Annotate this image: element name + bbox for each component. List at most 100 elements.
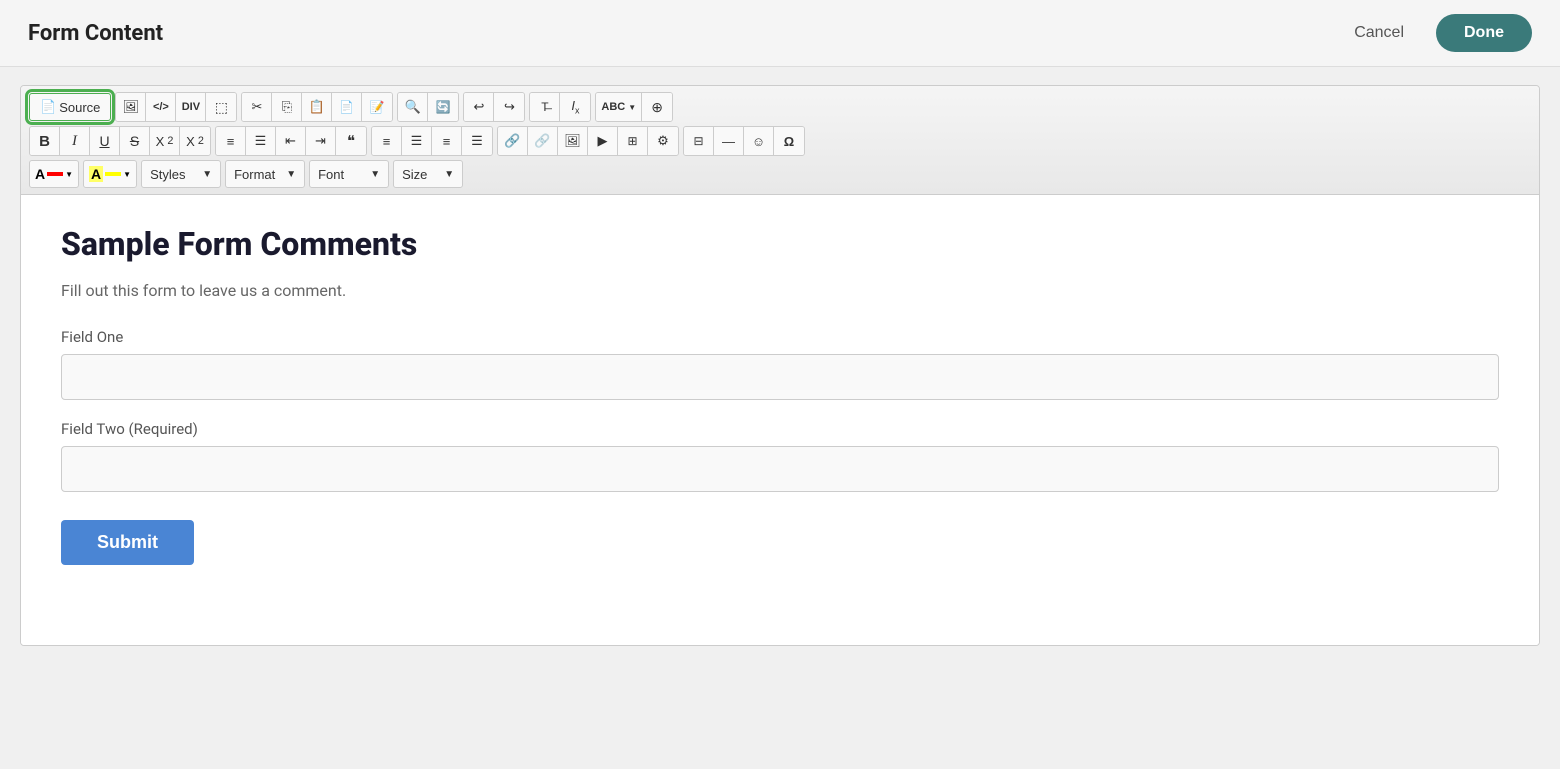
spellcheck-button[interactable]: ABC ▼ [596,93,642,121]
align-center-button[interactable]: ☰ [402,127,432,155]
italic-x-icon: Ix [571,98,579,116]
ordered-list-button[interactable]: ≡ [216,127,246,155]
code-icon: </> [153,101,169,113]
align-right-button[interactable]: ≡ [432,127,462,155]
media-icon: ▶ [598,133,608,149]
font-dropdown[interactable]: Font ▼ [309,160,389,188]
toolbar-row-3: A ▼ A ▼ Styles ▼ Format ▼ [29,160,1531,188]
justify-button[interactable]: ☰ [462,127,492,155]
accessibility-button[interactable]: ⊕ [642,93,672,121]
unordered-list-button[interactable]: ☰ [246,127,276,155]
media-button[interactable]: ▶ [588,127,618,155]
toolbar-group-find: 🔍 🔄 [397,92,459,122]
italic-button[interactable]: I [60,127,90,155]
align-left-button[interactable]: ≡ [372,127,402,155]
replace-button[interactable]: 🔄 [428,93,458,121]
toolbar-group-view: 🖼 </> DIV ⬚ [115,92,237,122]
toolbar-row-1: 📄 Source 🖼 </> DIV ⬚ [29,92,1531,122]
find-button[interactable]: 🔍 [398,93,428,121]
field-one-input[interactable] [61,354,1499,400]
cancel-button[interactable]: Cancel [1338,16,1420,50]
toolbar-group-history: ↩ ↪ [463,92,525,122]
image-button[interactable]: 🖼 [116,93,146,121]
blockquote-button[interactable]: ❝ [336,127,366,155]
toolbar-row-2: B I U S X2 X2 ≡ ☰ ⇤ [29,126,1531,156]
submit-button[interactable]: Submit [61,520,194,565]
size-dropdown[interactable]: Size ▼ [393,160,463,188]
done-button[interactable]: Done [1436,14,1532,52]
insert-table-button[interactable]: ⊟ [684,127,714,155]
cut-button[interactable]: ✂ [242,93,272,121]
html-button[interactable]: </> [146,93,176,121]
table-layout-button[interactable]: ⊞ [618,127,648,155]
insert-table-icon: ⊟ [693,134,703,148]
copy-button[interactable]: ⎘ [272,93,302,121]
outdent-button[interactable]: ⇤ [276,127,306,155]
toolbar: 📄 Source 🖼 </> DIV ⬚ [21,86,1539,195]
paste-text-icon: 📄 [339,100,354,114]
hr-button[interactable]: — [714,127,744,155]
bg-color-button[interactable]: A ▼ [83,160,137,188]
remove-format-button[interactable]: T̶ [530,93,560,121]
paste-word-button[interactable]: 📝 [362,93,392,121]
outdent-icon: ⇤ [285,133,296,149]
bg-color-swatch [105,172,121,176]
paste-icon: 📋 [309,99,325,115]
font-color-dropdown-arrow: ▼ [65,170,73,179]
emoji-button[interactable]: ☺ [744,127,774,155]
special-char-button[interactable]: Ω [774,127,804,155]
bg-color-letter: A [89,166,103,182]
redo-button[interactable]: ↪ [494,93,524,121]
source-icon: 📄 [40,99,56,115]
field-two-input[interactable] [61,446,1499,492]
format-chevron-icon: ▼ [286,169,296,180]
justify-icon: ☰ [471,133,483,149]
strikethrough-button[interactable]: S [120,127,150,155]
size-chevron-icon: ▼ [444,169,454,180]
subscript-button[interactable]: X2 [150,127,180,155]
gear-icon: ⚙ [657,133,669,149]
div-button[interactable]: DIV [176,93,206,121]
accessibility-icon: ⊕ [651,99,663,116]
indent-button[interactable]: ⇥ [306,127,336,155]
content-title: Sample Form Comments [61,225,1499,263]
paste-text-button[interactable]: 📄 [332,93,362,121]
select-all-button[interactable]: ⬚ [206,93,236,121]
remove-italic-button[interactable]: Ix [560,93,590,121]
align-left-icon: ≡ [383,134,391,149]
bold-button[interactable]: B [30,127,60,155]
toolbar-group-clipboard: ✂ ⎘ 📋 📄 📝 [241,92,393,122]
unlink-icon: 🔗 [534,133,550,149]
toolbar-group-format-strip: T̶ Ix [529,92,591,122]
settings-button[interactable]: ⚙ [648,127,678,155]
indent-icon: ⇥ [315,133,326,149]
redo-icon: ↪ [504,99,515,115]
image-insert-button[interactable]: 🖼 [558,127,588,155]
field-one-label: Field One [61,328,1499,346]
page-wrapper: Form Content Cancel Done 📄 Source 🖼 [0,0,1560,769]
find-icon: 🔍 [405,99,421,115]
table-layout-icon: ⊞ [627,134,637,148]
copy-icon: ⎘ [282,99,292,115]
link-button[interactable]: 🔗 [498,127,528,155]
superscript-button[interactable]: X2 [180,127,210,155]
header-actions: Cancel Done [1338,14,1532,52]
select-all-icon: ⬚ [215,99,228,116]
replace-icon: 🔄 [436,100,451,114]
remove-format-icon: T̶ [541,100,548,114]
content-description: Fill out this form to leave us a comment… [61,281,1499,300]
styles-dropdown[interactable]: Styles ▼ [141,160,221,188]
source-button[interactable]: 📄 Source [29,93,111,121]
link-icon: 🔗 [504,133,520,149]
ordered-list-icon: ≡ [227,134,235,149]
unlink-button[interactable]: 🔗 [528,127,558,155]
format-dropdown[interactable]: Format ▼ [225,160,305,188]
undo-button[interactable]: ↩ [464,93,494,121]
font-color-letter: A [35,166,45,182]
font-color-button[interactable]: A ▼ [29,160,79,188]
underline-button[interactable]: U [90,127,120,155]
paste-word-icon: 📝 [370,100,385,114]
field-two-label: Field Two (Required) [61,420,1499,438]
emoji-icon: ☺ [752,134,765,149]
paste-button[interactable]: 📋 [302,93,332,121]
